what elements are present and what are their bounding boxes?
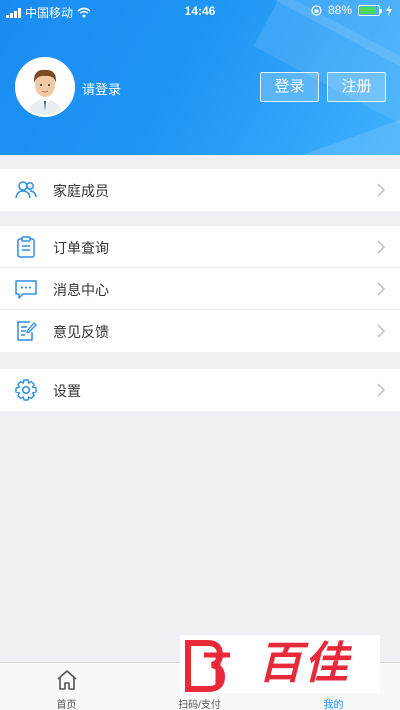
menu-label-settings: 设置 bbox=[53, 383, 81, 399]
menu-item-settings[interactable]: 设置 bbox=[0, 369, 400, 411]
tab-label-scan-pay: 扫码/支付 bbox=[178, 700, 221, 710]
chevron-right-icon bbox=[377, 383, 386, 397]
menu-label-family: 家庭成员 bbox=[53, 183, 109, 199]
menu-label-orders: 订单查询 bbox=[53, 240, 109, 256]
menu-group-settings: 设置 bbox=[0, 369, 400, 411]
status-bar: 中国移动 14:46 88% bbox=[0, 0, 400, 22]
message-icon bbox=[15, 280, 37, 299]
user-avatar-icon bbox=[17, 59, 73, 115]
orientation-lock-icon bbox=[311, 4, 322, 16]
menu-label-feedback: 意见反馈 bbox=[53, 324, 109, 340]
avatar[interactable] bbox=[15, 57, 75, 117]
menu-label-messages: 消息中心 bbox=[53, 282, 109, 298]
watermark-text: 百佳 bbox=[258, 638, 350, 689]
tab-label-home: 首页 bbox=[56, 700, 77, 710]
menu-group-main: 订单查询 消息中心 意见反馈 bbox=[0, 226, 400, 352]
menu-item-messages[interactable]: 消息中心 bbox=[0, 268, 400, 310]
chevron-right-icon bbox=[377, 183, 386, 197]
battery-percent: 88% bbox=[327, 3, 352, 17]
tab-home[interactable]: 首页 bbox=[0, 663, 133, 710]
chevron-right-icon bbox=[377, 324, 386, 338]
chevron-right-icon bbox=[377, 240, 386, 254]
feedback-edit-icon bbox=[17, 321, 37, 341]
battery-icon bbox=[358, 4, 382, 16]
menu-item-orders[interactable]: 订单查询 bbox=[0, 226, 400, 268]
gear-icon bbox=[15, 379, 37, 401]
family-members-icon bbox=[15, 181, 37, 199]
tab-label-mine: 我的 bbox=[323, 700, 344, 710]
watermark-logo: 百佳 bbox=[180, 635, 380, 693]
profile-header: 中国移动 14:46 88% 请登录 登录 注册 bbox=[0, 0, 400, 155]
login-button[interactable]: 登录 bbox=[260, 72, 319, 102]
chevron-right-icon bbox=[377, 282, 386, 296]
home-icon bbox=[57, 670, 77, 690]
charging-icon bbox=[386, 4, 392, 16]
login-prompt[interactable]: 请登录 bbox=[82, 79, 121, 98]
menu-item-feedback[interactable]: 意见反馈 bbox=[0, 310, 400, 352]
register-button[interactable]: 注册 bbox=[327, 72, 386, 102]
menu-item-family[interactable]: 家庭成员 bbox=[0, 169, 400, 211]
menu-group-family: 家庭成员 bbox=[0, 169, 400, 211]
clipboard-icon bbox=[17, 236, 35, 258]
